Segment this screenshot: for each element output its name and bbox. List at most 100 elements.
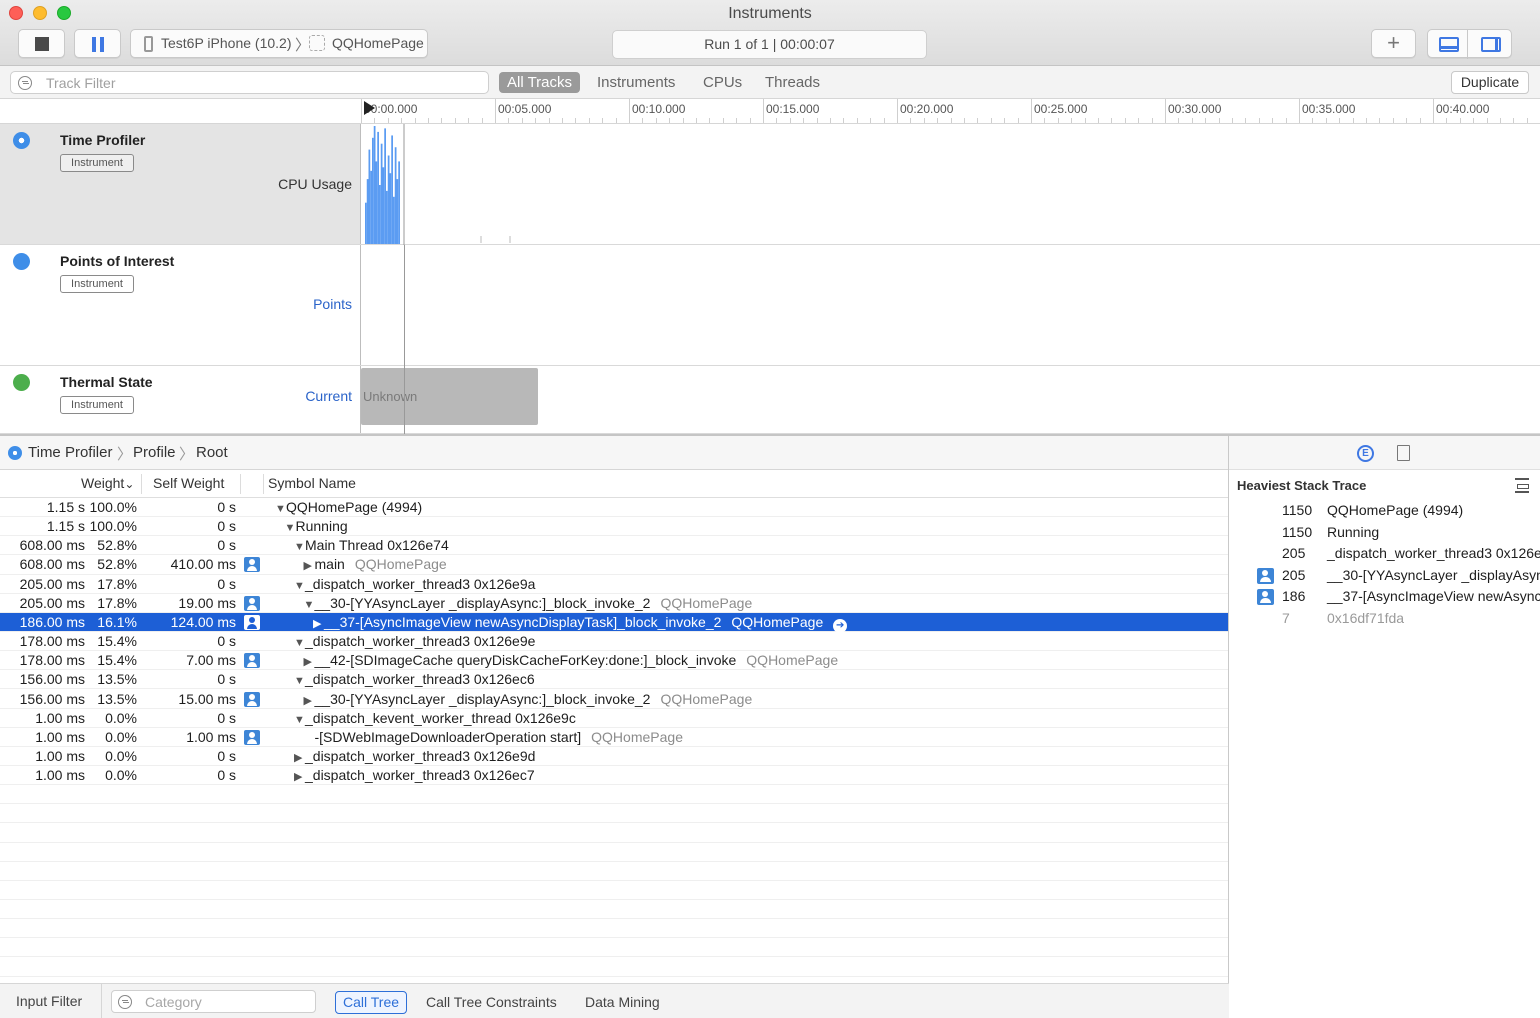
stack-frame-row[interactable]: 205 _dispatch_worker_thread3 0x126e9a bbox=[1229, 543, 1540, 564]
track-header[interactable]: Thermal State Instrument Current bbox=[0, 366, 361, 433]
category-filter-input[interactable]: Category bbox=[111, 990, 316, 1013]
ruler-tick bbox=[629, 99, 630, 123]
tab-all-tracks[interactable]: All Tracks bbox=[499, 72, 581, 93]
stack-frame-row[interactable]: 186 __37-[AsyncImageView newAsyncDisplayT… bbox=[1229, 586, 1540, 607]
library-name: QQHomePage bbox=[660, 594, 753, 611]
breadcrumb-profile[interactable]: Profile bbox=[133, 444, 176, 461]
cpu-usage-chart bbox=[365, 124, 511, 245]
track-header[interactable]: Time Profiler Instrument CPU Usage bbox=[0, 124, 361, 244]
table-row[interactable]: 1.00 ms 0.0% 0 s ▶ _dispatch_worker_thread3 … bbox=[0, 766, 1229, 786]
disclosure-expanded-icon[interactable]: ▼ bbox=[304, 599, 315, 611]
disclosure-expanded-icon[interactable]: ▼ bbox=[294, 637, 305, 649]
ruler-minor-tick bbox=[1285, 118, 1287, 123]
tab-call-tree[interactable]: Call Tree bbox=[335, 991, 408, 1014]
disclosure-collapsed-icon[interactable]: ▶ bbox=[313, 617, 324, 630]
track-header[interactable]: Points of Interest Instrument Points bbox=[0, 245, 361, 365]
track-filter-input[interactable]: Track Filter bbox=[10, 71, 489, 94]
disclosure-expanded-icon[interactable]: ▼ bbox=[294, 580, 305, 592]
column-divider[interactable] bbox=[240, 474, 241, 494]
user-code-icon bbox=[1257, 589, 1274, 606]
ruler-minor-tick bbox=[1151, 118, 1153, 123]
tab-threads[interactable]: Threads bbox=[757, 72, 828, 93]
table-row[interactable]: 156.00 ms 13.5% 0 s ▼_dispatch_worker_threa… bbox=[0, 670, 1229, 690]
table-row[interactable]: 178.00 ms 15.4% 7.00 ms ▶ __42-[SDImageCache… bbox=[0, 651, 1229, 671]
disclosure-expanded-icon[interactable]: ▼ bbox=[285, 522, 296, 534]
table-row[interactable]: 205.00 ms 17.8% 0 s ▼_dispatch_worker_threa… bbox=[0, 575, 1229, 594]
stack-frame-row[interactable]: 7 0x16df71fda bbox=[1229, 608, 1540, 629]
table-row[interactable]: 1.00 ms 0.0% 0 s ▼_dispatch_kevent_worker_t… bbox=[0, 709, 1229, 728]
breadcrumb-time-profiler[interactable]: Time Profiler bbox=[28, 444, 112, 461]
table-row[interactable]: 1.15 s 100.0% 0 s ▼QQHomePage (4994) bbox=[0, 498, 1229, 518]
toggle-inspector-button[interactable] bbox=[1467, 29, 1512, 58]
track-points-of-interest[interactable]: Points of Interest Instrument Points bbox=[0, 245, 1540, 366]
go-to-source-icon[interactable]: ➔ bbox=[833, 618, 848, 633]
self-weight-cell: 19.00 ms bbox=[178, 594, 236, 611]
playhead-flag-icon[interactable] bbox=[364, 101, 375, 115]
disclosure-expanded-icon[interactable]: ▼ bbox=[294, 541, 305, 553]
table-row[interactable]: 186.00 ms 16.1% 124.00 ms ▶ __37-[AsyncImage… bbox=[0, 612, 1229, 633]
cpu-usage-bar bbox=[365, 202, 367, 244]
weight-percent-cell: 15.4% bbox=[97, 652, 137, 669]
table-row[interactable]: 1.15 s 100.0% 0 s ▼Running bbox=[0, 517, 1229, 537]
stack-frame-row[interactable]: 1150 Running bbox=[1229, 522, 1540, 543]
input-filter-button[interactable]: Input Filter bbox=[16, 993, 82, 1009]
disclosure-expanded-icon[interactable]: ▼ bbox=[294, 675, 305, 687]
table-row[interactable]: 608.00 ms 52.8% 410.00 ms ▶ main QQHomePage bbox=[0, 555, 1229, 575]
duplicate-button[interactable]: Duplicate bbox=[1451, 71, 1529, 94]
symbol-cell: ▶ main QQHomePage bbox=[304, 556, 447, 572]
column-divider[interactable] bbox=[141, 474, 142, 494]
pause-recording-button[interactable] bbox=[74, 29, 121, 58]
table-row[interactable]: 205.00 ms 17.8% 19.00 ms ▼__30-[YYAsyncLaye… bbox=[0, 594, 1229, 613]
table-row[interactable]: 608.00 ms 52.8% 0 s ▼Main Thread 0x126e74 bbox=[0, 536, 1229, 556]
run-status-display: Run 1 of 1 | 00:00:07 bbox=[612, 30, 927, 59]
document-icon[interactable] bbox=[1397, 445, 1410, 461]
empty-row bbox=[0, 785, 1229, 805]
table-row[interactable]: 178.00 ms 15.4% 0 s ▼_dispatch_worker_threa… bbox=[0, 632, 1229, 652]
points-graph[interactable] bbox=[361, 245, 1540, 366]
ruler-minor-tick bbox=[602, 118, 604, 123]
table-row[interactable]: 1.00 ms 0.0% 1.00 ms -[SDWebImageDownloader… bbox=[0, 728, 1229, 747]
table-row[interactable]: 1.00 ms 0.0% 0 s ▶ _dispatch_worker_thread3 … bbox=[0, 747, 1229, 767]
weight-cell: 156.00 ms bbox=[19, 690, 85, 707]
column-weight[interactable]: Weight⌄ bbox=[81, 475, 134, 491]
track-thermal-state[interactable]: Thermal State Instrument Current Unknown bbox=[0, 366, 1540, 434]
disclosure-expanded-icon[interactable]: ▼ bbox=[294, 714, 305, 726]
weight-percent-cell: 17.8% bbox=[97, 594, 137, 611]
column-self-weight[interactable]: Self Weight bbox=[153, 475, 224, 491]
column-divider[interactable] bbox=[263, 474, 264, 494]
tab-call-tree-constraints[interactable]: Call Tree Constraints bbox=[418, 991, 565, 1014]
ruler-tick-label: 00:05.000 bbox=[498, 102, 552, 116]
expand-collapse-icon[interactable] bbox=[1515, 478, 1529, 493]
breadcrumb-root[interactable]: Root bbox=[196, 444, 228, 461]
extended-detail-tab[interactable]: E bbox=[1357, 445, 1374, 462]
call-tree-outline[interactable]: 1.15 s 100.0% 0 s ▼QQHomePage (4994) 1.15 s1… bbox=[0, 498, 1229, 983]
column-symbol-name[interactable]: Symbol Name bbox=[268, 475, 356, 491]
tab-data-mining[interactable]: Data Mining bbox=[577, 991, 668, 1014]
target-device-selector[interactable]: Test6P iPhone (10.2) 〉 QQHomePage bbox=[130, 29, 428, 58]
tab-cpus[interactable]: CPUs bbox=[695, 72, 750, 93]
disclosure-collapsed-icon[interactable]: ▶ bbox=[294, 770, 305, 783]
table-row[interactable]: 156.00 ms 13.5% 15.00 ms ▶ __30-[YYAsyncLaye… bbox=[0, 690, 1229, 709]
timeline-ruler[interactable]: 00:00.000 00:05.000 00:10.000 00:15.000 00:2… bbox=[361, 99, 1540, 124]
ruler-tick-label: 00:30.000 bbox=[1168, 102, 1222, 116]
track-name: Points of Interest bbox=[60, 253, 175, 269]
ruler-minor-tick bbox=[1339, 118, 1341, 123]
tab-instruments[interactable]: Instruments bbox=[589, 72, 683, 93]
user-code-icon bbox=[244, 614, 260, 630]
stop-recording-button[interactable] bbox=[18, 29, 65, 58]
stack-frame-row[interactable]: 1150 QQHomePage (4994) bbox=[1229, 500, 1540, 521]
column-weight-label: Weight bbox=[81, 475, 125, 491]
track-time-profiler[interactable]: Time Profiler Instrument CPU Usage bbox=[0, 124, 1540, 245]
add-instrument-button[interactable]: + bbox=[1371, 29, 1416, 58]
toggle-detail-area-button[interactable] bbox=[1427, 29, 1468, 58]
stack-frame-row[interactable]: 205 __30-[YYAsyncLayer _displayAsync:]_bl… bbox=[1229, 565, 1540, 586]
disclosure-collapsed-icon[interactable]: ▶ bbox=[304, 559, 315, 572]
symbol-name: _dispatch_worker_thread3 0x126ec7 bbox=[305, 767, 535, 784]
disclosure-collapsed-icon[interactable]: ▶ bbox=[304, 694, 315, 707]
disclosure-collapsed-icon[interactable]: ▶ bbox=[304, 655, 315, 668]
thermal-graph[interactable]: Unknown bbox=[361, 366, 1540, 434]
disclosure-expanded-icon[interactable]: ▼ bbox=[275, 503, 286, 515]
cpu-usage-graph[interactable] bbox=[361, 124, 1540, 245]
ruler-minor-tick bbox=[1057, 118, 1059, 123]
disclosure-collapsed-icon[interactable]: ▶ bbox=[294, 751, 305, 764]
